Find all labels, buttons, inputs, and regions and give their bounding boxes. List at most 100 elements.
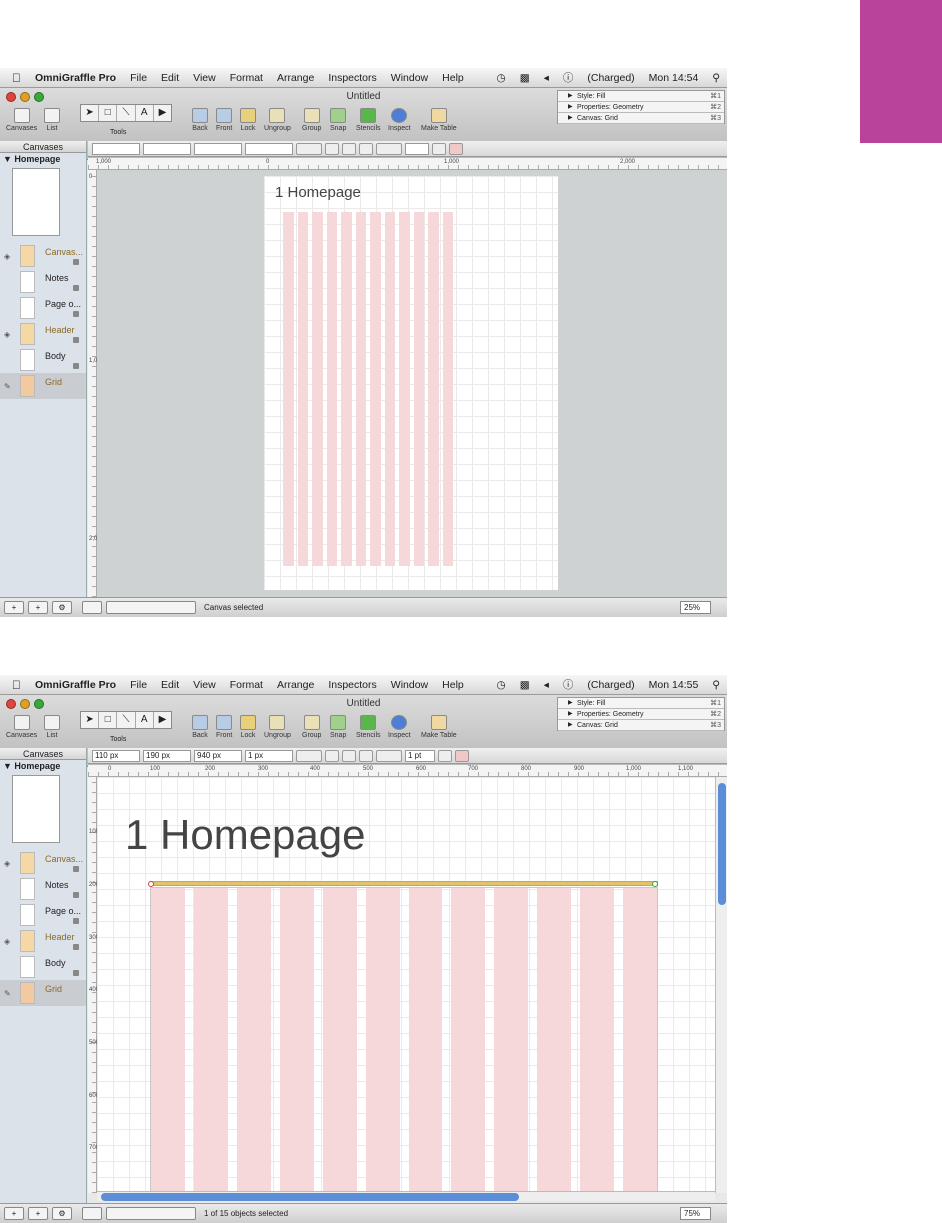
add-canvas-button[interactable]: +	[4, 1207, 24, 1220]
column-grid[interactable]	[283, 212, 453, 566]
line-style-swatch[interactable]	[106, 1207, 196, 1220]
menu-file[interactable]: File	[123, 679, 154, 691]
back-button[interactable]: Back	[192, 715, 208, 739]
canvas-homepage[interactable]: ▼ Homepage	[0, 153, 86, 165]
height-field[interactable]: 1 px	[245, 749, 293, 762]
text-tool-icon[interactable]: A	[136, 105, 154, 121]
menu-format[interactable]: Format	[223, 72, 270, 84]
width-field[interactable]: 940 px	[194, 749, 242, 762]
inspect-button[interactable]: Inspect	[388, 108, 411, 132]
apple-menu-icon[interactable]: 	[0, 71, 28, 85]
battery-status[interactable]: (Charged)	[580, 72, 641, 84]
inspector-properties-geometry[interactable]: ▶ Properties: Geometry ⌘2	[558, 709, 724, 720]
front-button[interactable]: Front	[216, 108, 232, 132]
horizontal-scroll-thumb[interactable]	[101, 1193, 519, 1201]
width-field[interactable]	[194, 142, 242, 155]
inspector-style-fill[interactable]: ▶ Style: Fill ⌘1	[558, 91, 724, 102]
snap-button[interactable]: Snap	[330, 715, 346, 739]
inspector-style-fill[interactable]: ▶ Style: Fill ⌘1	[558, 698, 724, 709]
display-icon[interactable]: ▩	[513, 72, 537, 84]
canvas-thumbnail[interactable]	[12, 775, 60, 843]
menu-help[interactable]: Help	[435, 72, 471, 84]
menu-edit[interactable]: Edit	[154, 679, 186, 691]
list-button[interactable]: List	[44, 715, 60, 739]
back-button[interactable]: Back	[192, 108, 208, 132]
stencils-button[interactable]: Stencils	[356, 715, 381, 739]
battery-status[interactable]: (Charged)	[580, 679, 641, 691]
layer-grid[interactable]: ✎ Grid	[0, 373, 86, 399]
column-grid[interactable]	[150, 887, 658, 1193]
make-table-button[interactable]: Make Table	[421, 108, 457, 132]
header-line-selected[interactable]	[150, 881, 658, 886]
lock-button[interactable]: Lock	[240, 715, 256, 739]
layer-page-o[interactable]: Page o...	[0, 295, 86, 321]
magnet-icon[interactable]	[449, 142, 463, 155]
timemachine-icon[interactable]: ◷	[490, 72, 513, 84]
stroke-color-button[interactable]	[376, 142, 402, 155]
x-field[interactable]: 110 px	[92, 749, 140, 762]
menu-inspectors[interactable]: Inspectors	[321, 679, 383, 691]
more-tools-icon[interactable]: ▶	[154, 712, 171, 728]
canvas-homepage[interactable]: ▼ Homepage	[0, 760, 86, 772]
pointer-tool-icon[interactable]: ➤	[81, 105, 100, 121]
layer-notes[interactable]: Notes	[0, 269, 86, 295]
style-swatch[interactable]	[82, 1207, 102, 1220]
menu-help[interactable]: Help	[435, 679, 471, 691]
magnet-icon[interactable]	[455, 749, 469, 762]
menu-edit[interactable]: Edit	[154, 72, 186, 84]
app-menu[interactable]: OmniGraffle Pro	[28, 679, 123, 691]
text-tool-icon[interactable]: A	[136, 712, 154, 728]
spotlight-icon[interactable]: ⚲	[705, 72, 727, 84]
y-field[interactable]: 190 px	[143, 749, 191, 762]
inspector-properties-geometry[interactable]: ▶ Properties: Geometry ⌘2	[558, 102, 724, 113]
fill-color-button[interactable]	[296, 142, 322, 155]
display-icon[interactable]: ▩	[513, 679, 537, 691]
canvases-button[interactable]: Canvases	[6, 108, 37, 132]
layer-body[interactable]: Body	[0, 954, 86, 980]
page[interactable]: 1 Homepage	[264, 176, 558, 590]
vertical-scrollbar[interactable]	[715, 777, 727, 1193]
volume-icon[interactable]: ◂	[537, 679, 556, 691]
menu-view[interactable]: View	[186, 679, 223, 691]
make-table-button[interactable]: Make Table	[421, 715, 457, 739]
layer-canvas[interactable]: ◈ Canvas...	[0, 243, 86, 269]
add-layer-button[interactable]: +	[28, 601, 48, 614]
menu-view[interactable]: View	[186, 72, 223, 84]
add-canvas-button[interactable]: +	[4, 601, 24, 614]
layer-header[interactable]: ◈ Header	[0, 928, 86, 954]
stroke-width-field[interactable]: 1 pt	[405, 749, 435, 762]
timemachine-icon[interactable]: ◷	[490, 679, 513, 691]
inspect-button[interactable]: Inspect	[388, 715, 411, 739]
align-button[interactable]	[342, 142, 356, 155]
zoom-popup[interactable]: 25%	[680, 601, 711, 614]
stroke-width-field[interactable]	[405, 142, 429, 155]
x-field[interactable]	[92, 142, 140, 155]
align-button[interactable]	[359, 142, 373, 155]
stencils-button[interactable]: Stencils	[356, 108, 381, 132]
spotlight-icon[interactable]: ⚲	[705, 679, 727, 691]
vertical-scroll-thumb[interactable]	[718, 783, 726, 905]
clock[interactable]: Mon 14:54	[642, 72, 706, 84]
menu-window[interactable]: Window	[384, 679, 435, 691]
drawing-canvas[interactable]: 1 Homepage	[97, 170, 727, 597]
line-tool-icon[interactable]: ⟍	[117, 105, 136, 121]
shape-tool-icon[interactable]: □	[99, 105, 118, 121]
align-button[interactable]	[359, 749, 373, 762]
canvas-thumbnail[interactable]	[12, 168, 60, 236]
clock[interactable]: Mon 14:55	[642, 679, 706, 691]
snap-button[interactable]: Snap	[330, 108, 346, 132]
page-title[interactable]: 1 Homepage	[275, 184, 361, 201]
layer-grid[interactable]: ✎ Grid	[0, 980, 86, 1006]
layer-header[interactable]: ◈ Header	[0, 321, 86, 347]
layer-canvas[interactable]: ◈ Canvas...	[0, 850, 86, 876]
line-style-swatch[interactable]	[106, 601, 196, 614]
canvases-button[interactable]: Canvases	[6, 715, 37, 739]
menu-window[interactable]: Window	[384, 72, 435, 84]
gear-icon[interactable]: ⚙	[52, 1207, 72, 1220]
layer-notes[interactable]: Notes	[0, 876, 86, 902]
inspector-canvas-grid[interactable]: ▶ Canvas: Grid ⌘3	[558, 113, 724, 124]
layer-page-o[interactable]: Page o...	[0, 902, 86, 928]
apple-menu-icon[interactable]: 	[0, 678, 28, 692]
pointer-tool-icon[interactable]: ➤	[81, 712, 100, 728]
ungroup-button[interactable]: Ungroup	[264, 715, 291, 739]
